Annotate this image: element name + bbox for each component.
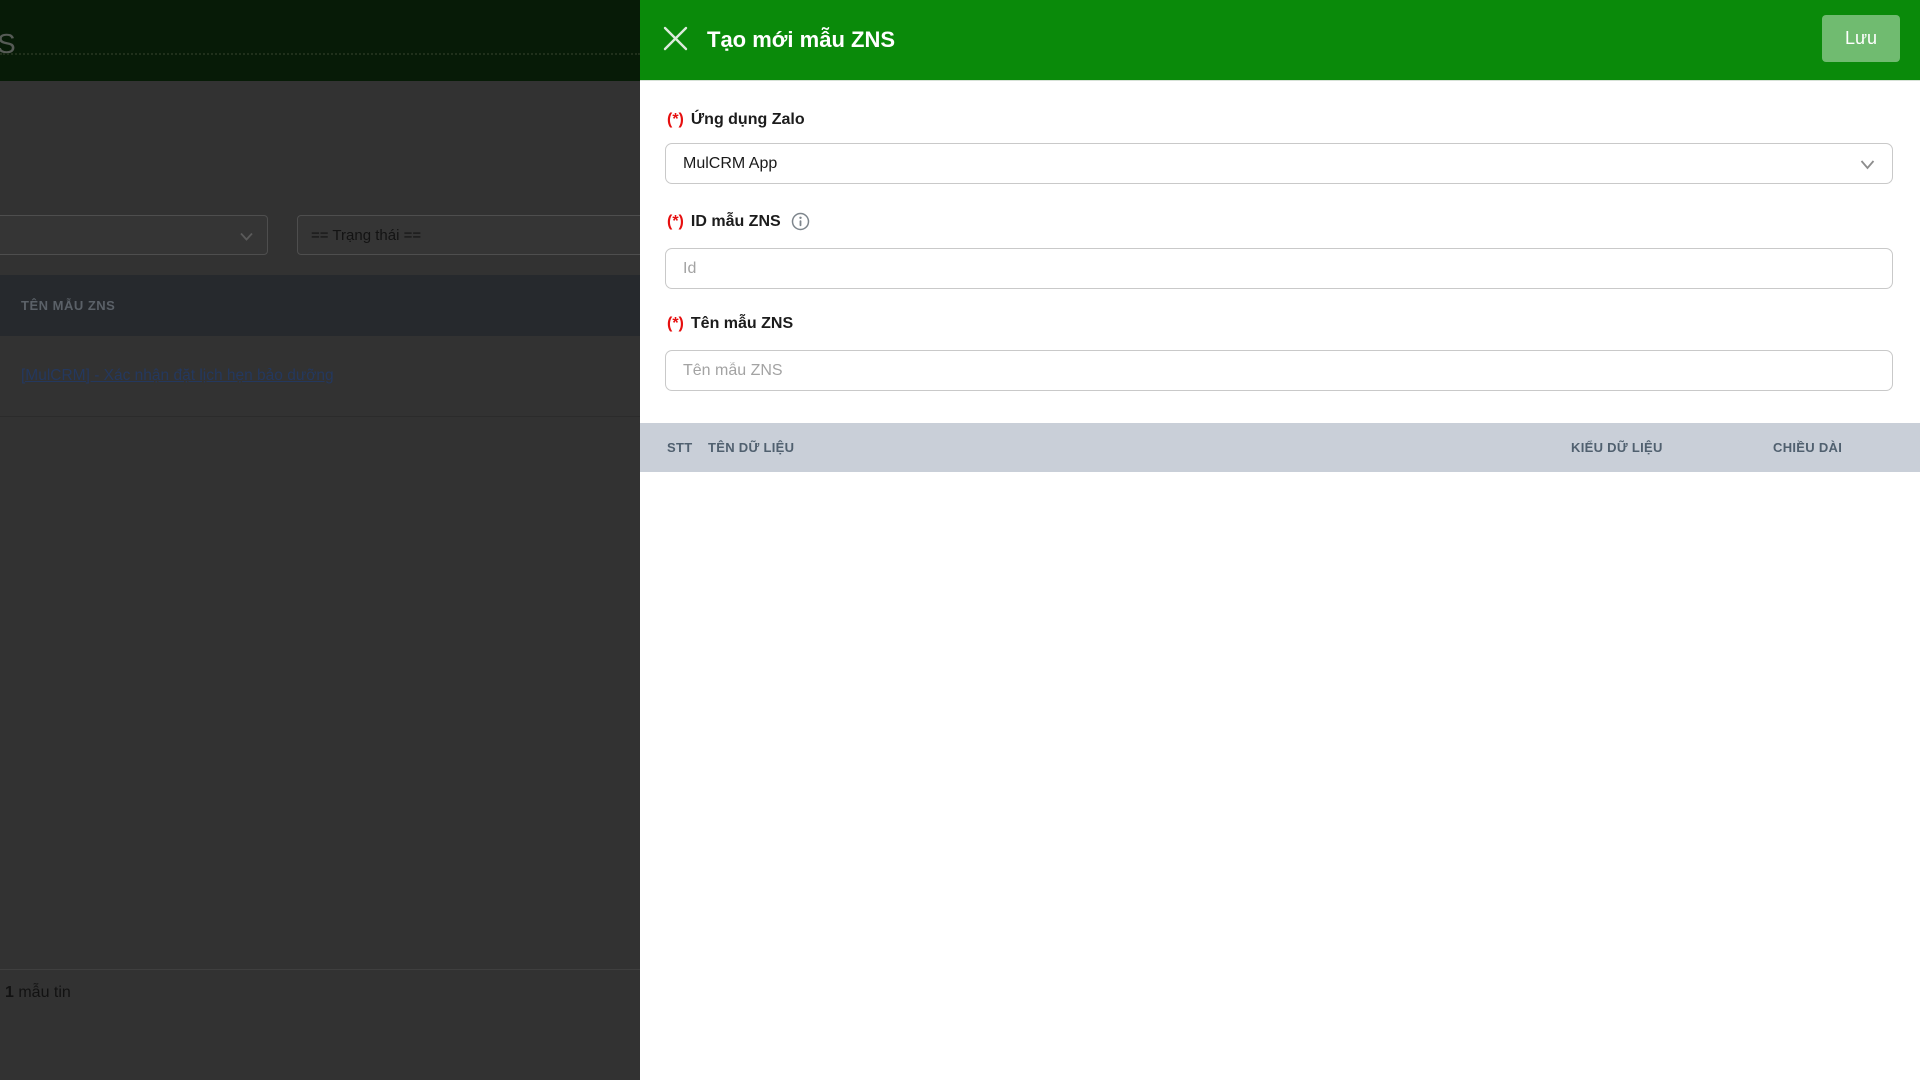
modal-backdrop[interactable]: S == Trạng thái == TÊN MẪU ZNS [MulCRM] …: [0, 0, 640, 1080]
zns-template-link: [MulCRM] - Xác nhận đặt lịch hẹn bảo dưỡ…: [21, 367, 334, 384]
background-page-title-partial: S: [0, 28, 16, 59]
save-button[interactable]: Lưu: [1822, 15, 1900, 62]
column-ten-du-lieu: TÊN DỮ LIỆU: [708, 440, 795, 455]
chevron-down-icon: [238, 228, 255, 245]
screen: S == Trạng thái == TÊN MẪU ZNS [MulCRM] …: [0, 0, 1920, 1080]
zns-name-label: (*) Tên mẫu ZNS: [667, 314, 793, 333]
drawer-header: Tạo mới mẫu ZNS Lưu: [640, 0, 1920, 81]
background-filter-select: [0, 215, 268, 255]
background-appbar: S: [0, 0, 640, 81]
column-chieu-dai: CHIỀU DÀI: [1773, 440, 1843, 455]
params-table-header: STT TÊN DỮ LIỆU KIỂU DỮ LIỆU CHIỀU DÀI: [640, 423, 1920, 472]
zns-id-input[interactable]: [665, 248, 1893, 289]
zns-id-label-text: ID mẫu ZNS: [690, 213, 781, 230]
table-row: [MulCRM] - Xác nhận đặt lịch hẹn bảo dưỡ…: [0, 336, 640, 417]
close-icon: [662, 25, 689, 55]
record-count-number: 1: [5, 984, 14, 1001]
required-mark: (*): [667, 315, 684, 332]
zalo-app-select[interactable]: MulCRM App: [665, 143, 1893, 184]
required-mark: (*): [667, 111, 684, 128]
status-filter-value: == Trạng thái ==: [311, 226, 422, 244]
background-status-filter-select: == Trạng thái ==: [297, 215, 640, 255]
create-zns-template-drawer: Tạo mới mẫu ZNS Lưu (*) Ứng dụng Zalo Mu…: [640, 0, 1920, 1080]
chevron-down-icon: [1858, 155, 1877, 174]
column-ten-mau-zns: TÊN MẪU ZNS: [21, 298, 116, 313]
info-icon[interactable]: [791, 212, 810, 231]
record-count-label: mẫu tin: [13, 984, 71, 1001]
zns-id-label: (*) ID mẫu ZNS: [667, 212, 810, 231]
background-tab-underline: [0, 53, 640, 55]
record-count: 1 mẫu tin: [5, 984, 71, 1002]
zalo-app-label: (*) Ứng dụng Zalo: [667, 110, 805, 129]
zalo-app-select-value: MulCRM App: [683, 154, 778, 172]
zns-name-label-text: Tên mẫu ZNS: [690, 315, 794, 332]
drawer-title: Tạo mới mẫu ZNS: [707, 27, 895, 52]
footer-divider: [0, 969, 640, 970]
column-kieu-du-lieu: KIỂU DỮ LIỆU: [1571, 440, 1663, 455]
required-mark: (*): [667, 213, 684, 230]
column-stt: STT: [667, 440, 693, 455]
zalo-app-label-text: Ứng dụng Zalo: [690, 111, 805, 128]
background-table-header: TÊN MẪU ZNS: [0, 275, 640, 336]
close-button[interactable]: [657, 22, 693, 58]
zns-name-input[interactable]: [665, 350, 1893, 391]
